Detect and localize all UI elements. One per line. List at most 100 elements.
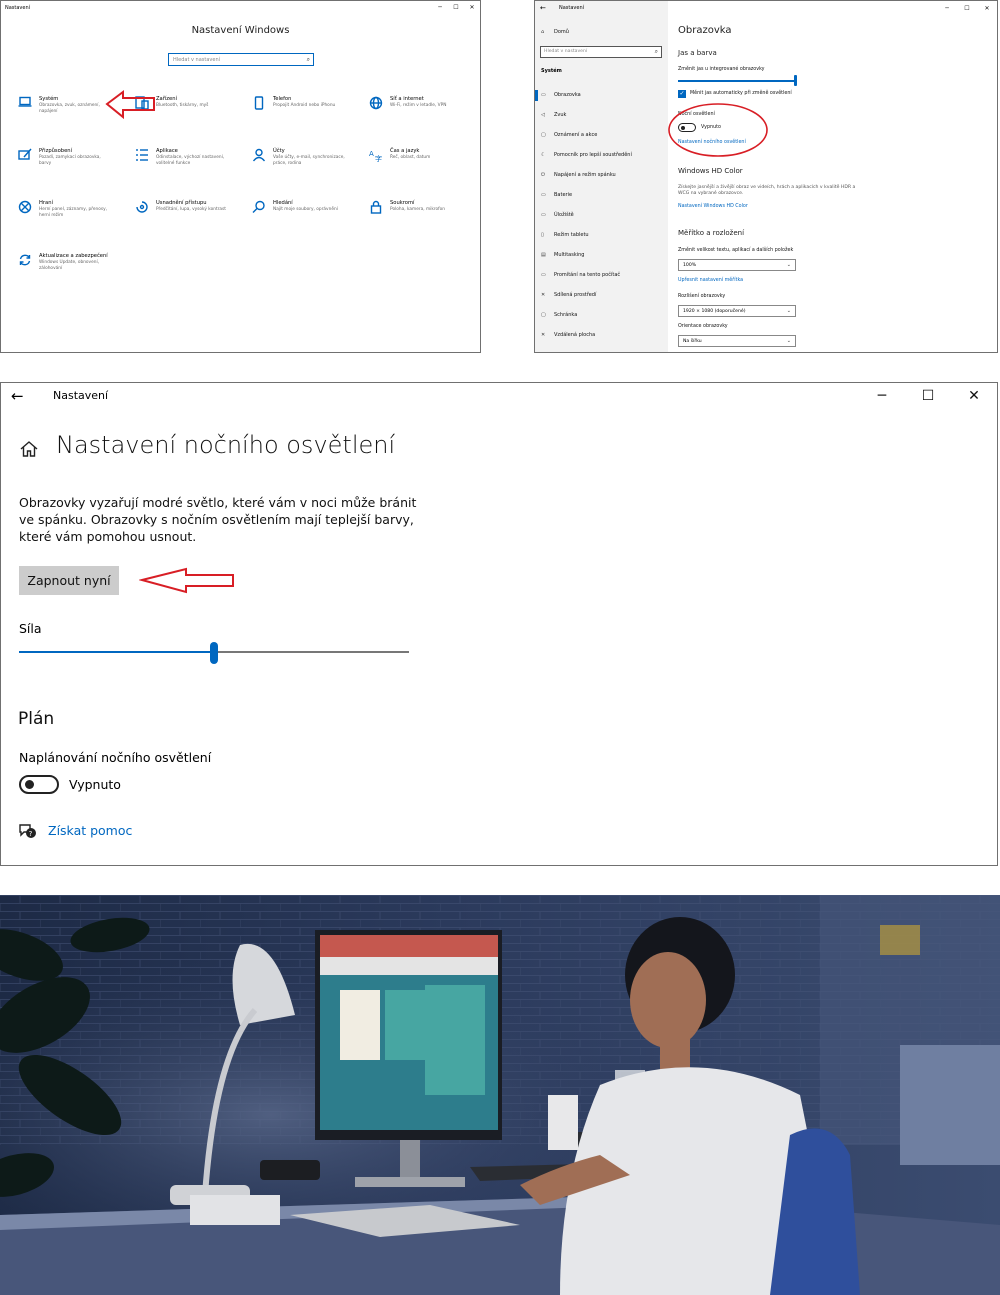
back-arrow-icon[interactable]: ← bbox=[11, 387, 24, 405]
advanced-scaling-link[interactable]: Upřesnit nastavení měřítka bbox=[678, 278, 743, 283]
category-desc: Poloha, kamera, mikrofon bbox=[390, 207, 446, 212]
close-icon[interactable]: ✕ bbox=[977, 1, 997, 15]
search-input[interactable]: Hledat v nastavení ⌕ bbox=[540, 46, 662, 58]
sidebar-item-clipboard[interactable]: ▢ Schránka bbox=[541, 312, 577, 318]
lock-icon bbox=[370, 200, 382, 214]
annotation-arrow-icon bbox=[139, 567, 234, 594]
maximize-icon[interactable]: ☐ bbox=[448, 1, 464, 13]
sidebar-item-storage[interactable]: ▭ Úložiště bbox=[541, 212, 574, 218]
multitasking-icon: ▤ bbox=[541, 252, 546, 258]
minimize-icon[interactable]: ─ bbox=[937, 1, 957, 15]
settings-home-window: Nastavení ─ ☐ ✕ Nastavení Windows Hledat… bbox=[0, 0, 481, 353]
sidebar-item-multitasking[interactable]: ▤ Multitasking bbox=[541, 252, 584, 258]
sidebar-item-notifications[interactable]: ▢ Oznámení a akce bbox=[541, 132, 597, 138]
page-title: Nastavení nočního osvětlení bbox=[56, 431, 396, 459]
refresh-icon bbox=[19, 254, 31, 266]
resolution-dropdown[interactable]: 1920 × 1080 (doporučené) ⌄ bbox=[678, 305, 796, 317]
brightness-slider-thumb[interactable] bbox=[794, 75, 797, 86]
brightness-slider[interactable] bbox=[678, 80, 796, 82]
maximize-icon[interactable]: ☐ bbox=[957, 1, 977, 15]
sidebar-item-power[interactable]: ⏻ Napájení a režim spánku bbox=[541, 172, 616, 178]
sidebar-item-battery[interactable]: ▭ Baterie bbox=[541, 192, 572, 198]
category-gaming[interactable]: Hraní Herní panel, záznamy, přenosy, her… bbox=[18, 200, 128, 240]
phone-icon bbox=[254, 96, 264, 110]
sidebar-item-shared-experiences[interactable]: ✕ Sdílená prostředí bbox=[541, 292, 596, 298]
category-desc: Předčítání, lupa, vysoký kontrast bbox=[156, 207, 226, 212]
minimize-icon[interactable]: ─ bbox=[432, 1, 448, 13]
close-icon[interactable]: ✕ bbox=[464, 1, 480, 13]
page-title: Nastavení Windows bbox=[191, 25, 290, 36]
page-title: Obrazovka bbox=[678, 25, 732, 36]
sidebar-item-focus-assist[interactable]: ☾ Pomocník pro lepší soustředění bbox=[541, 152, 632, 158]
category-desc: Vaše účty, e-mail, synchronizace, práce,… bbox=[273, 155, 345, 166]
minimize-icon[interactable]: ─ bbox=[859, 383, 905, 409]
category-desc: Wi-Fi, režim v letadle, VPN bbox=[390, 103, 447, 108]
dropdown-value: 100% bbox=[683, 263, 697, 268]
category-title: Telefon bbox=[273, 96, 292, 102]
maximize-icon[interactable]: ☐ bbox=[905, 383, 951, 409]
sidebar-item-label: Vzdálená plocha bbox=[554, 332, 596, 338]
selection-indicator bbox=[535, 90, 538, 101]
category-title: Přizpůsobení bbox=[39, 148, 73, 154]
category-phone[interactable]: Telefon Propojit Android nebo iPhonu bbox=[252, 96, 362, 136]
section-heading: Jas a barva bbox=[678, 49, 717, 57]
scale-dropdown[interactable]: 100% ⌄ bbox=[678, 259, 796, 271]
clipboard-icon: ▢ bbox=[541, 312, 546, 318]
sidebar-item-projecting[interactable]: ▭ Promítání na tento počítač bbox=[541, 272, 620, 278]
notification-icon: ▢ bbox=[541, 132, 546, 138]
orientation-dropdown[interactable]: Na šířku ⌄ bbox=[678, 335, 796, 347]
category-search[interactable]: Hledání Najít moje soubory, oprávnění bbox=[252, 200, 362, 240]
hd-settings-link[interactable]: Nastavení Windows HD Color bbox=[678, 204, 748, 209]
category-title: Hledání bbox=[273, 200, 293, 206]
category-desc: Odinstalace, výchozí nastavení, voliteln… bbox=[156, 155, 225, 166]
sidebar-item-label: Pomocník pro lepší soustředění bbox=[554, 152, 632, 158]
category-update-security[interactable]: Aktualizace a zabezpečení Windows Update… bbox=[18, 253, 128, 293]
search-input[interactable]: Hledat v nastavení ⌕ bbox=[168, 53, 314, 66]
turn-on-now-button[interactable]: Zapnout nyní bbox=[19, 566, 119, 595]
category-privacy[interactable]: Soukromí Poloha, kamera, mikrofon bbox=[369, 200, 479, 240]
sidebar-item-remote-desktop[interactable]: ✕ Vzdálená plocha bbox=[541, 332, 595, 338]
category-time-language[interactable]: A字 Čas a jazyk Řeč, oblast, datum bbox=[369, 148, 479, 188]
category-personalization[interactable]: Přizpůsobení Pozadí, zamykací obrazovka,… bbox=[18, 148, 128, 188]
category-ease-of-access[interactable]: Usnadnění přístupu Předčítání, lupa, vys… bbox=[135, 200, 245, 240]
sidebar-item-label: Oznámení a akce bbox=[554, 132, 598, 138]
search-placeholder: Hledat v nastavení bbox=[544, 49, 588, 54]
category-accounts[interactable]: Účty Vaše účty, e-mail, synchronizace, p… bbox=[252, 148, 362, 188]
category-apps[interactable]: Aplikace Odinstalace, výchozí nastavení,… bbox=[135, 148, 245, 188]
sidebar-item-home[interactable]: ⌂ Domů bbox=[541, 29, 569, 35]
person-icon bbox=[252, 148, 266, 162]
sidebar-item-sound[interactable]: ◁ Zvuk bbox=[541, 112, 566, 118]
home-icon[interactable] bbox=[19, 440, 39, 458]
laptop-icon bbox=[18, 96, 32, 107]
category-title: Aplikace bbox=[156, 148, 178, 154]
sidebar-item-display[interactable]: ▭ Obrazovka bbox=[541, 92, 581, 98]
category-desc: Propojit Android nebo iPhonu bbox=[273, 103, 336, 108]
back-arrow-icon[interactable]: ← bbox=[540, 4, 546, 12]
strength-slider-thumb[interactable] bbox=[210, 642, 218, 664]
chevron-down-icon: ⌄ bbox=[786, 338, 791, 344]
category-desc: Obrazovka, zvuk, oznámení, napájení bbox=[39, 103, 100, 114]
section-heading: Měřítko a rozložení bbox=[678, 229, 745, 237]
storage-icon: ▭ bbox=[541, 212, 546, 218]
strength-label: Síla bbox=[19, 621, 42, 636]
battery-icon: ▭ bbox=[541, 192, 546, 198]
brightness-label: Změnit jas u integrované obrazovky bbox=[678, 67, 765, 72]
close-icon[interactable]: ✕ bbox=[951, 383, 997, 409]
title-bar: ← Nastavení ─ ☐ ✕ bbox=[1, 383, 997, 409]
search-icon: ⌕ bbox=[306, 56, 310, 63]
schedule-label: Naplánování nočního osvětlení bbox=[19, 750, 212, 765]
sidebar-item-tablet[interactable]: ▯ Režim tabletu bbox=[541, 232, 589, 238]
dropdown-value: Na šířku bbox=[683, 339, 702, 344]
section-heading: Windows HD Color bbox=[678, 167, 743, 175]
sidebar-item-label: Promítání na tento počítač bbox=[554, 272, 621, 278]
checkbox-checked-icon[interactable]: ✓ bbox=[678, 90, 686, 98]
speaker-icon: ◁ bbox=[541, 112, 545, 118]
sidebar-item-label: Schránka bbox=[554, 312, 578, 318]
category-network[interactable]: Síť a internet Wi-Fi, režim v letadle, V… bbox=[369, 96, 479, 136]
category-desc: Herní panel, záznamy, přenosy, herní rež… bbox=[39, 207, 108, 218]
get-help-link[interactable]: Získat pomoc bbox=[48, 823, 132, 838]
night-office-photo bbox=[0, 895, 1000, 1295]
tablet-icon: ▯ bbox=[541, 232, 544, 238]
app-title: Nastavení bbox=[53, 389, 109, 402]
schedule-toggle[interactable] bbox=[19, 775, 59, 794]
